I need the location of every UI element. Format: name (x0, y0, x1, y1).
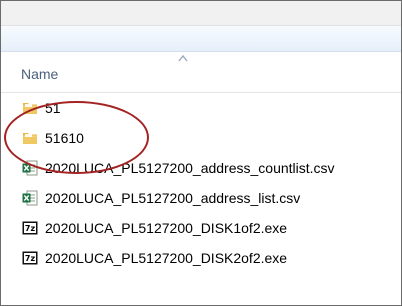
list-item-folder-51[interactable]: 51 (1, 93, 401, 123)
7z-icon: 7z (22, 221, 38, 235)
name-column-header[interactable]: Name (21, 66, 58, 82)
list-item-name: 51610 (45, 130, 84, 146)
column-header: Name (1, 52, 401, 93)
list-item-file[interactable]: 7z 2020LUCA_PL5127200_DISK1of2.exe (1, 213, 401, 243)
excel-csv-icon (22, 190, 38, 206)
svg-text:7z: 7z (25, 254, 36, 263)
list-item-name: 2020LUCA_PL5127200_DISK2of2.exe (45, 250, 288, 266)
folder-icon (23, 103, 37, 114)
list-item-name: 2020LUCA_PL5127200_address_countlist.csv (45, 160, 335, 176)
list-item-file[interactable]: 2020LUCA_PL5127200_address_countlist.csv (1, 153, 401, 183)
explorer-window: Name 51 51610 2020LUCA_PL5127200_address… (0, 0, 402, 306)
excel-csv-icon (22, 160, 38, 176)
list-item-name: 2020LUCA_PL5127200_address_list.csv (45, 190, 301, 206)
svg-text:7z: 7z (25, 224, 36, 233)
list-item-name: 2020LUCA_PL5127200_DISK1of2.exe (45, 220, 288, 236)
file-list: 51 51610 2020LUCA_PL5127200_address_coun (1, 93, 401, 273)
folder-icon (23, 133, 37, 144)
7z-icon: 7z (22, 251, 38, 265)
list-item-name: 51 (45, 100, 61, 116)
sort-ascending-icon[interactable] (178, 54, 188, 62)
command-bar (1, 26, 401, 52)
list-item-folder-51610[interactable]: 51610 (1, 123, 401, 153)
list-item-file[interactable]: 2020LUCA_PL5127200_address_list.csv (1, 183, 401, 213)
list-item-file[interactable]: 7z 2020LUCA_PL5127200_DISK2of2.exe (1, 243, 401, 273)
window-top-strip (1, 1, 401, 26)
